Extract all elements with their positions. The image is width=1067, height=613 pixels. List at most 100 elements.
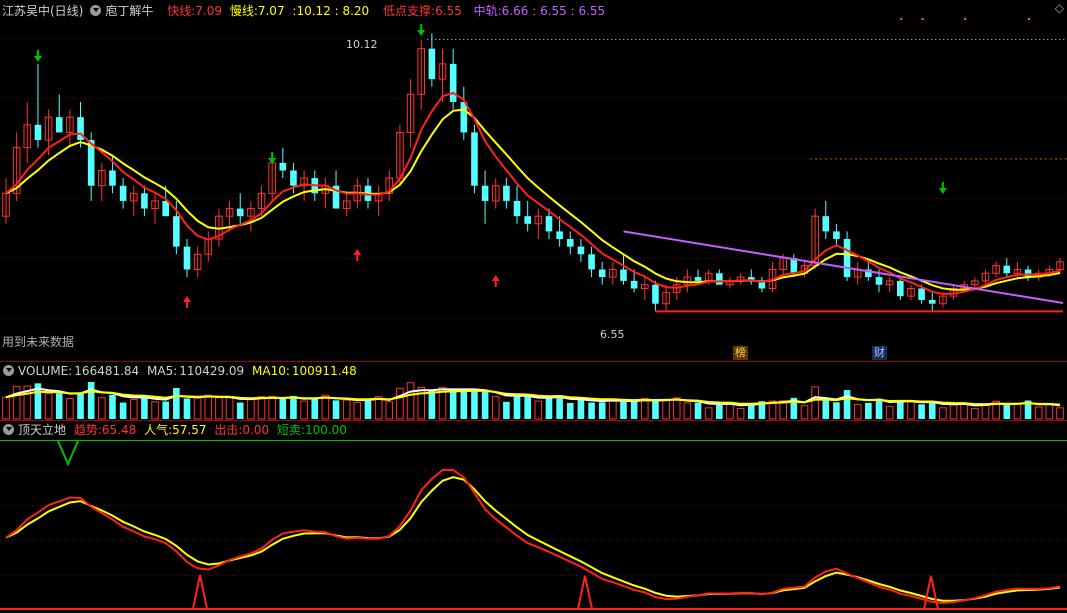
- corner-diamond-icon[interactable]: ◇: [1055, 1, 1064, 15]
- candle-body: [1003, 265, 1011, 274]
- volume-bar: [119, 402, 127, 419]
- volume-bar: [726, 402, 734, 420]
- candle-body: [279, 162, 287, 171]
- volume-bar: [822, 399, 830, 419]
- signal-dot: [1028, 18, 1031, 20]
- candle-body: [290, 170, 297, 186]
- candle-body: [513, 200, 521, 217]
- dropdown-icon[interactable]: [3, 424, 14, 435]
- fast-value: 7.09: [195, 4, 222, 18]
- mid-values: 6.66 : 6.55 : 6.55: [501, 4, 606, 18]
- volume-bar: [694, 402, 702, 419]
- candle-body: [630, 280, 638, 289]
- strike-value: 0.00: [242, 423, 270, 437]
- candle-body: [428, 48, 436, 80]
- volume-label: VOLUME:: [18, 364, 73, 378]
- candle-body: [449, 63, 457, 102]
- candle-body: [620, 269, 627, 281]
- volume-bar: [417, 386, 426, 420]
- trend-label: 趋势:: [73, 423, 102, 437]
- candle-body: [119, 185, 127, 201]
- volume-bar: [747, 404, 755, 419]
- candle-body: [471, 132, 478, 186]
- candle-body: [897, 280, 904, 297]
- signal-dot: [921, 18, 924, 20]
- candle-body: [524, 216, 531, 224]
- green-v-marker: [57, 440, 79, 467]
- ma10-value: 100911.48: [291, 364, 357, 378]
- volume-bar: [481, 391, 489, 419]
- volume-bar: [342, 399, 351, 420]
- fast-line: [5, 91, 1061, 296]
- volume-bar: [268, 396, 276, 420]
- candle-body: [556, 231, 563, 240]
- green-down-arrow-head: [417, 30, 426, 36]
- list-badge[interactable]: 榜: [733, 346, 748, 360]
- strike-label: 出击:: [214, 423, 243, 437]
- volume-bar: [364, 399, 372, 419]
- volume-bar: [662, 398, 670, 420]
- volume-bar: [620, 401, 627, 419]
- short-value: 100.00: [304, 423, 347, 437]
- volume-bar: [833, 402, 840, 419]
- volume-bar: [672, 397, 681, 420]
- candle-body: [652, 284, 659, 304]
- volume-bar: [247, 399, 255, 420]
- candle-body: [162, 200, 169, 217]
- support-value: 6.55: [435, 4, 462, 18]
- ma5-label: MA5:: [147, 364, 178, 378]
- green-down-arrow-head: [33, 56, 42, 62]
- indicator-name[interactable]: 庖丁解牛: [105, 4, 153, 18]
- candle-body: [694, 277, 702, 281]
- candle-body: [928, 299, 936, 304]
- volume-bar: [109, 394, 116, 419]
- candle-body: [141, 193, 148, 209]
- dropdown-icon[interactable]: [3, 365, 14, 376]
- candle-body: [566, 239, 574, 247]
- volume-bar: [811, 386, 819, 420]
- green-down-arrow-head: [938, 188, 947, 194]
- pop-label: 人气:: [144, 423, 173, 437]
- volume-bar: [907, 400, 915, 420]
- volume-bar: [12, 385, 21, 420]
- strike-spike: [192, 574, 208, 610]
- volume-bar: [971, 407, 979, 420]
- volume-bar: [556, 395, 563, 419]
- volume-bar: [513, 396, 521, 419]
- red-up-arrow-head: [182, 296, 191, 302]
- volume-bar: [321, 394, 330, 420]
- trend-line: [5, 468, 1061, 605]
- volume-bar: [129, 399, 138, 420]
- red-up-arrow-head: [491, 275, 500, 281]
- volume-bar: [1045, 403, 1054, 420]
- volume-bar: [2, 396, 10, 420]
- fast-label: 快线:: [167, 4, 196, 18]
- ma5-value: 110429.09: [179, 364, 245, 378]
- low-price-label: 6.55: [600, 328, 625, 341]
- volume-bar: [1034, 406, 1043, 420]
- candle-body: [236, 208, 244, 217]
- stock-name[interactable]: 江苏吴中(日线): [2, 4, 83, 18]
- candle-body: [460, 101, 468, 133]
- stock-chart[interactable]: [0, 0, 1067, 613]
- volume-bar: [534, 400, 543, 420]
- volume-bar: [853, 403, 862, 420]
- red-up-arrow-head: [353, 249, 362, 255]
- volume-bar: [406, 382, 415, 420]
- volume-bar: [960, 402, 968, 420]
- candle-body: [109, 170, 116, 186]
- volume-bar: [843, 390, 851, 419]
- short-label: 短卖:: [276, 423, 305, 437]
- dropdown-icon[interactable]: [90, 5, 102, 16]
- volume-header: VOLUME: 166481.84 MA5: 110429.09 MA10: 1009…: [0, 362, 361, 380]
- volume-bar: [396, 387, 404, 420]
- slow-value: 7.07: [257, 4, 285, 18]
- volume-bar: [800, 405, 809, 420]
- candle-body: [598, 269, 606, 278]
- volume-bar: [44, 393, 53, 420]
- volume-bar: [652, 401, 659, 419]
- oscillator-name[interactable]: 顶天立地: [18, 423, 66, 437]
- high-price-label: 10.12: [346, 38, 378, 51]
- candle-body: [503, 185, 510, 201]
- finance-badge[interactable]: 财: [872, 346, 887, 360]
